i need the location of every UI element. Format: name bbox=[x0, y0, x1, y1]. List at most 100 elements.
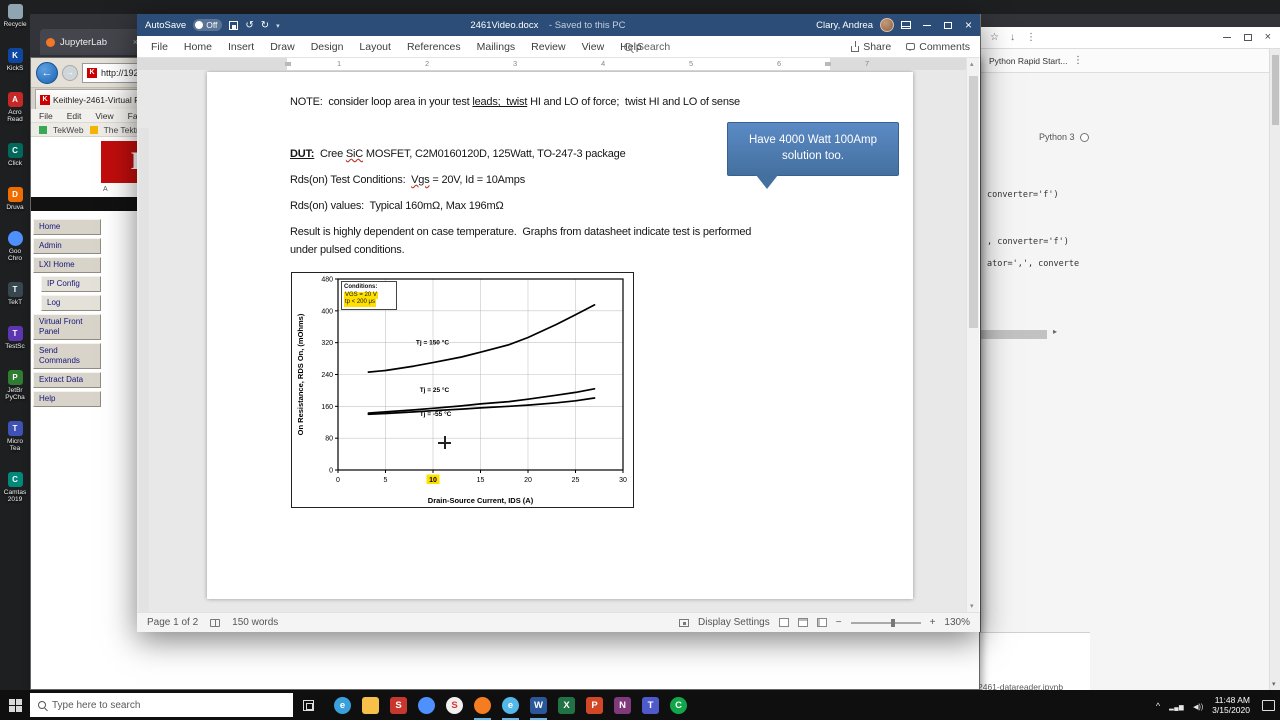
print-layout-icon[interactable] bbox=[798, 618, 808, 627]
scroll-down-icon[interactable] bbox=[1272, 680, 1276, 688]
zoom-slider-thumb[interactable] bbox=[891, 619, 895, 627]
page-indicator[interactable]: Page 1 of 2 bbox=[147, 617, 198, 628]
ribbon-tab-design[interactable]: Design bbox=[303, 41, 352, 53]
ie-nav-extract-data[interactable]: Extract Data bbox=[33, 372, 101, 388]
minimize-icon[interactable] bbox=[1223, 37, 1231, 38]
zoom-out-button[interactable]: − bbox=[836, 617, 842, 628]
desktop-icon-micro[interactable]: TMicro Tea bbox=[0, 421, 30, 452]
ie-nav-virtual-front-panel[interactable]: Virtual Front Panel bbox=[33, 314, 101, 340]
taskbar-app-camtasia[interactable]: C bbox=[665, 690, 692, 720]
desktop-icon-testsc[interactable]: TTestSc bbox=[0, 326, 30, 350]
start-button[interactable] bbox=[0, 690, 30, 720]
desktop-icon-click[interactable]: CClick bbox=[0, 143, 30, 167]
read-mode-icon[interactable] bbox=[779, 618, 789, 627]
ribbon-tab-review[interactable]: Review bbox=[523, 41, 573, 53]
document-scrollbar[interactable] bbox=[966, 58, 979, 612]
comments-button[interactable]: Comments bbox=[906, 41, 970, 53]
taskbar-app-onenote[interactable]: N bbox=[609, 690, 636, 720]
display-settings-label[interactable]: Display Settings bbox=[698, 617, 770, 628]
taskbar-search-input[interactable]: Type here to search bbox=[30, 693, 293, 717]
taskbar-app-microsoft-store[interactable]: S bbox=[385, 690, 412, 720]
ie-nav-help[interactable]: Help bbox=[33, 391, 101, 407]
jupyterlab-file-entry[interactable]: Python Rapid Start... bbox=[981, 49, 1280, 73]
ribbon-tab-mailings[interactable]: Mailings bbox=[469, 41, 524, 53]
ie-nav-log[interactable]: Log bbox=[41, 295, 101, 311]
scroll-right-icon[interactable] bbox=[1053, 327, 1057, 336]
indent-marker[interactable] bbox=[825, 62, 831, 66]
browser-menu-icon[interactable] bbox=[1026, 32, 1036, 43]
vertical-ruler[interactable] bbox=[139, 128, 149, 612]
vertical-scrollbar[interactable] bbox=[1269, 49, 1280, 690]
callout-shape[interactable]: Have 4000 Watt 100Amp solution too. bbox=[727, 122, 899, 176]
save-icon[interactable] bbox=[229, 21, 238, 30]
ie-nav-send-commands[interactable]: Send Commands bbox=[33, 343, 101, 369]
user-avatar[interactable] bbox=[880, 18, 894, 32]
quick-access-caret-icon[interactable] bbox=[276, 20, 280, 31]
scroll-up-icon[interactable] bbox=[970, 60, 974, 68]
maximize-icon[interactable] bbox=[944, 22, 952, 29]
desktop-icon-goo[interactable]: Goo Chro bbox=[0, 231, 30, 262]
file-kebab-icon[interactable] bbox=[1073, 55, 1083, 66]
ribbon-search[interactable]: Search bbox=[624, 41, 670, 53]
ie-menu-file[interactable]: File bbox=[39, 111, 53, 121]
note-paragraph[interactable]: NOTE: consider loop area in your test le… bbox=[290, 96, 740, 108]
desktop-icon-acro[interactable]: AAcro Read bbox=[0, 92, 30, 123]
zoom-level[interactable]: 130% bbox=[944, 617, 970, 628]
close-icon[interactable] bbox=[1265, 32, 1271, 43]
hidden-icons-chevron-icon[interactable] bbox=[1156, 696, 1160, 714]
bookmark-star-icon[interactable] bbox=[990, 32, 999, 43]
desktop-icon-camtas[interactable]: CCamtas 2019 bbox=[0, 472, 30, 503]
desktop-icon-tekt[interactable]: TTekT bbox=[0, 282, 30, 306]
close-icon[interactable] bbox=[965, 19, 972, 32]
document-page[interactable]: NOTE: consider loop area in your test le… bbox=[207, 72, 913, 599]
zoom-in-button[interactable]: + bbox=[930, 617, 936, 628]
word-count[interactable]: 150 words bbox=[232, 617, 278, 628]
indent-marker[interactable] bbox=[285, 62, 291, 66]
horizontal-scrollbar[interactable] bbox=[981, 330, 1047, 339]
ribbon-tab-home[interactable]: Home bbox=[176, 41, 220, 53]
taskbar-app-firefox[interactable] bbox=[469, 690, 496, 720]
ribbon-tab-insert[interactable]: Insert bbox=[220, 41, 262, 53]
ribbon-tab-layout[interactable]: Layout bbox=[351, 41, 399, 53]
forward-button[interactable] bbox=[62, 65, 78, 81]
taskbar-app-edge[interactable]: e bbox=[329, 690, 356, 720]
back-button[interactable] bbox=[36, 62, 58, 84]
horizontal-ruler[interactable]: 1234567 bbox=[137, 58, 966, 70]
taskbar-app-file-explorer[interactable] bbox=[357, 690, 384, 720]
taskbar-app-word[interactable]: W bbox=[525, 690, 552, 720]
desktop-icon-kicks[interactable]: KKickS bbox=[0, 48, 30, 72]
ribbon-tab-draw[interactable]: Draw bbox=[262, 41, 303, 53]
undo-icon[interactable] bbox=[245, 20, 253, 31]
scrollbar-thumb[interactable] bbox=[969, 76, 978, 328]
result-paragraph-line2[interactable]: under pulsed conditions. bbox=[290, 244, 404, 256]
ribbon-tab-references[interactable]: References bbox=[399, 41, 469, 53]
maximize-icon[interactable] bbox=[1244, 34, 1252, 41]
taskbar-app-internet-explorer[interactable]: e bbox=[497, 690, 524, 720]
ribbon-tab-file[interactable]: File bbox=[143, 41, 176, 53]
result-paragraph-line1[interactable]: Result is highly dependent on case tempe… bbox=[290, 226, 751, 238]
task-view-button[interactable] bbox=[293, 690, 323, 720]
desktop-icon-druva[interactable]: DDruva bbox=[0, 187, 30, 211]
redo-icon[interactable] bbox=[261, 20, 269, 31]
scroll-down-icon[interactable] bbox=[970, 602, 974, 610]
browser-tab-jupyterlab[interactable]: JupyterLab × bbox=[40, 29, 144, 55]
zoom-slider[interactable] bbox=[851, 622, 921, 624]
ie-menu-view[interactable]: View bbox=[95, 111, 113, 121]
autosave-toggle[interactable]: Off bbox=[193, 19, 222, 31]
ie-nav-lxi-home[interactable]: LXI Home bbox=[33, 257, 101, 273]
ie-nav-ip-config[interactable]: IP Config bbox=[41, 276, 101, 292]
desktop-icon-recycle[interactable]: Recycle bbox=[0, 4, 30, 28]
network-icon[interactable] bbox=[1169, 696, 1184, 714]
taskbar-app-snagit[interactable]: S bbox=[441, 690, 468, 720]
action-center-icon[interactable] bbox=[1262, 700, 1275, 711]
conditions-paragraph[interactable]: Rds(on) Test Conditions: Vgs = 20V, Id =… bbox=[290, 174, 525, 186]
taskbar-app-teams[interactable]: T bbox=[637, 690, 664, 720]
ribbon-display-options-icon[interactable] bbox=[901, 21, 911, 29]
ie-nav-admin[interactable]: Admin bbox=[33, 238, 101, 254]
favorite-link[interactable]: TekWeb bbox=[53, 125, 84, 135]
taskbar-app-powerpoint[interactable]: P bbox=[581, 690, 608, 720]
word-titlebar[interactable]: AutoSave Off 2461Video.docx - Saved to t… bbox=[137, 14, 980, 36]
web-layout-icon[interactable] bbox=[817, 618, 827, 627]
ie-nav-home[interactable]: Home bbox=[33, 219, 101, 235]
proofing-icon[interactable] bbox=[210, 619, 220, 627]
